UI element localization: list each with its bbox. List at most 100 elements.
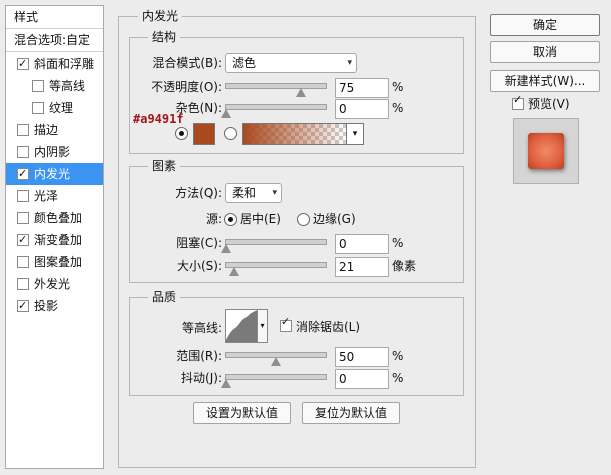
size-slider-thumb[interactable]: [229, 267, 240, 276]
style-item[interactable]: 纹理: [6, 97, 103, 119]
choke-slider[interactable]: [221, 239, 327, 253]
size-slider[interactable]: [225, 262, 327, 276]
chevron-down-icon: ▾: [260, 321, 265, 330]
blend-mode-value: 滤色: [232, 56, 257, 70]
ok-button[interactable]: 确定: [490, 14, 600, 36]
choke-input[interactable]: 0: [335, 234, 389, 254]
gradient-dropdown-button[interactable]: ▾: [346, 123, 364, 145]
opacity-input[interactable]: 75: [335, 78, 389, 98]
style-item[interactable]: 颜色叠加: [6, 207, 103, 229]
size-value: 21: [339, 260, 355, 274]
style-item-checkbox[interactable]: [17, 53, 29, 75]
opacity-slider[interactable]: [225, 83, 327, 97]
style-item[interactable]: 内阴影: [6, 141, 103, 163]
style-item-label: 内阴影: [34, 145, 71, 159]
chevron-down-icon: ▾: [272, 188, 277, 198]
style-item[interactable]: 光泽: [6, 185, 103, 207]
noise-slider-thumb[interactable]: [221, 109, 231, 118]
method-select[interactable]: 柔和 ▾: [225, 183, 282, 203]
blend-mode-select[interactable]: 滤色 ▾: [225, 53, 357, 73]
quality-title: 品质: [148, 290, 181, 304]
source-center-radio[interactable]: [224, 213, 237, 226]
style-item-label: 纹理: [49, 101, 74, 115]
range-value: 50: [339, 350, 355, 364]
style-item-checkbox[interactable]: [17, 212, 29, 224]
solid-color-radio[interactable]: [175, 127, 188, 140]
style-item-label: 等高线: [49, 79, 86, 93]
styles-header[interactable]: 样式: [6, 6, 103, 29]
jitter-input[interactable]: 0: [335, 369, 389, 389]
noise-value: 0: [339, 102, 347, 116]
structure-title: 结构: [148, 30, 181, 44]
blend-options-item[interactable]: 混合选项:自定: [6, 29, 103, 52]
color-swatch-fill: [194, 124, 214, 144]
style-item-checkbox[interactable]: [32, 102, 44, 114]
style-item[interactable]: 渐变叠加: [6, 229, 103, 251]
style-item[interactable]: 投影: [6, 295, 103, 317]
style-item-checkbox[interactable]: [17, 163, 29, 185]
contour-picker[interactable]: [225, 309, 259, 343]
size-label: 大小(S):: [176, 259, 222, 273]
style-item-checkbox[interactable]: [17, 146, 29, 158]
contour-dropdown[interactable]: ▾: [257, 309, 268, 343]
range-slider-thumb[interactable]: [271, 357, 281, 366]
style-item-checkbox[interactable]: [17, 124, 29, 136]
noise-input[interactable]: 0: [335, 99, 389, 119]
range-slider[interactable]: [225, 352, 327, 366]
style-item[interactable]: 内发光: [6, 163, 103, 185]
preview-checkbox[interactable]: [512, 93, 524, 110]
color-swatch[interactable]: [193, 123, 215, 145]
style-item[interactable]: 等高线: [6, 75, 103, 97]
style-item-label: 渐变叠加: [34, 233, 83, 247]
antialias-label: 消除锯齿(L): [296, 320, 361, 334]
preview-thumbnail: [513, 118, 579, 184]
preview-square: [528, 133, 564, 169]
source-edge-radio[interactable]: [297, 213, 310, 226]
style-item-checkbox[interactable]: [17, 295, 29, 317]
opacity-slider-thumb[interactable]: [296, 88, 306, 97]
contour-label: 等高线:: [181, 321, 222, 335]
style-item-checkbox[interactable]: [17, 229, 29, 251]
gradient-picker[interactable]: [242, 123, 348, 145]
choke-label: 阻塞(C):: [176, 236, 222, 250]
noise-slider[interactable]: [221, 104, 327, 118]
style-item-label: 内发光: [34, 167, 71, 181]
style-item-checkbox[interactable]: [17, 278, 29, 290]
jitter-slider-thumb[interactable]: [221, 379, 231, 388]
style-item[interactable]: 描边: [6, 119, 103, 141]
styles-header-label: 样式: [14, 10, 39, 24]
range-input[interactable]: 50: [335, 347, 389, 367]
choke-value: 0: [339, 237, 347, 251]
style-item[interactable]: 斜面和浮雕: [6, 53, 103, 75]
panel-title: 内发光: [138, 9, 183, 23]
jitter-label: 抖动(J):: [181, 371, 222, 385]
method-value: 柔和: [232, 186, 257, 200]
chevron-down-icon: ▾: [352, 129, 358, 139]
range-unit: %: [392, 349, 404, 363]
style-item-label: 图案叠加: [34, 255, 83, 269]
antialias-checkbox[interactable]: [280, 315, 292, 332]
range-label: 范围(R):: [176, 349, 222, 363]
style-item-label: 光泽: [34, 189, 59, 203]
cancel-button[interactable]: 取消: [490, 41, 600, 63]
blend-mode-label: 混合模式(B):: [152, 56, 222, 70]
style-item-checkbox[interactable]: [17, 190, 29, 202]
make-default-button[interactable]: 设置为默认值: [193, 402, 291, 424]
style-item-label: 颜色叠加: [34, 211, 83, 225]
size-unit: 像素: [392, 259, 417, 273]
size-input[interactable]: 21: [335, 257, 389, 277]
style-item-checkbox[interactable]: [17, 256, 29, 268]
noise-unit: %: [392, 101, 404, 115]
color-hex-annotation: #a9491f: [133, 112, 184, 126]
source-label: 源:: [205, 212, 222, 226]
style-item-label: 投影: [34, 299, 59, 313]
style-item[interactable]: 图案叠加: [6, 251, 103, 273]
reset-default-button[interactable]: 复位为默认值: [302, 402, 400, 424]
style-item[interactable]: 外发光: [6, 273, 103, 295]
new-style-button[interactable]: 新建样式(W)...: [490, 70, 600, 92]
contour-curve-icon: [226, 310, 258, 342]
choke-slider-thumb[interactable]: [221, 244, 231, 253]
style-item-checkbox[interactable]: [32, 80, 44, 92]
jitter-slider[interactable]: [221, 374, 327, 388]
gradient-radio[interactable]: [224, 127, 237, 140]
